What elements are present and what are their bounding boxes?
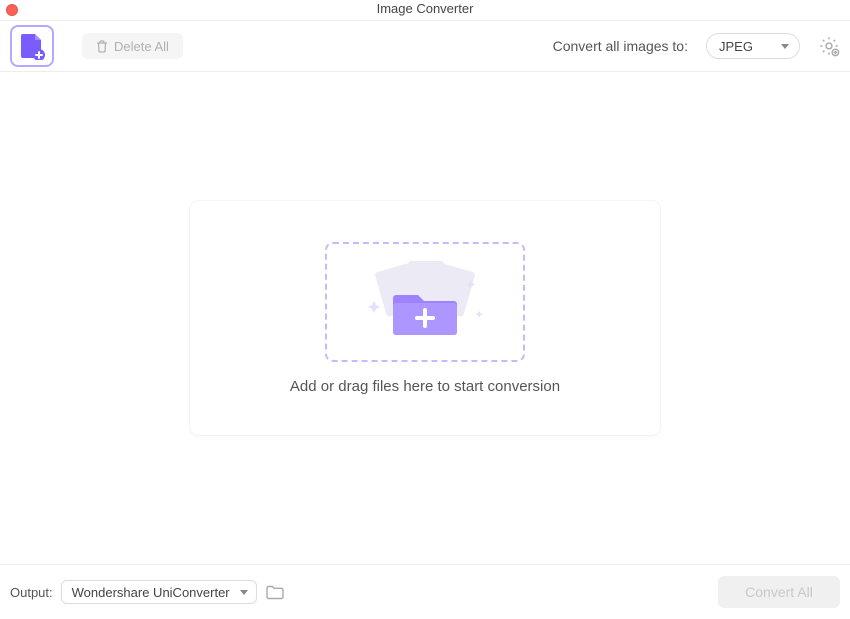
convert-all-button[interactable]: Convert All — [718, 576, 840, 608]
delete-all-label: Delete All — [114, 39, 169, 54]
window-title: Image Converter — [377, 1, 474, 16]
open-folder-icon[interactable] — [265, 582, 285, 602]
add-file-icon — [19, 32, 45, 60]
dropzone-hint: Add or drag files here to start conversi… — [290, 378, 560, 395]
convert-to-label: Convert all images to: — [553, 38, 688, 54]
delete-all-button[interactable]: Delete All — [82, 33, 183, 59]
main-area: Add or drag files here to start conversi… — [0, 72, 850, 564]
convert-all-label: Convert All — [745, 584, 813, 600]
output-path-value: Wondershare UniConverter — [72, 585, 230, 600]
trash-icon — [96, 40, 108, 53]
add-files-button[interactable] — [10, 25, 54, 67]
output-label: Output: — [10, 585, 53, 600]
output-path-select[interactable]: Wondershare UniConverter — [61, 580, 257, 604]
toolbar: Delete All Convert all images to: JPEG — [0, 21, 850, 71]
folder-plus-icon — [360, 257, 490, 347]
settings-icon[interactable] — [818, 35, 840, 57]
footer: Output: Wondershare UniConverter Convert… — [0, 564, 850, 619]
close-window-button[interactable] — [6, 4, 18, 16]
titlebar: Image Converter — [0, 0, 850, 20]
output-format-select[interactable]: JPEG — [706, 33, 800, 59]
dropzone[interactable]: Add or drag files here to start conversi… — [190, 201, 660, 435]
output-format-value: JPEG — [719, 39, 753, 54]
dropzone-frame — [325, 242, 525, 362]
